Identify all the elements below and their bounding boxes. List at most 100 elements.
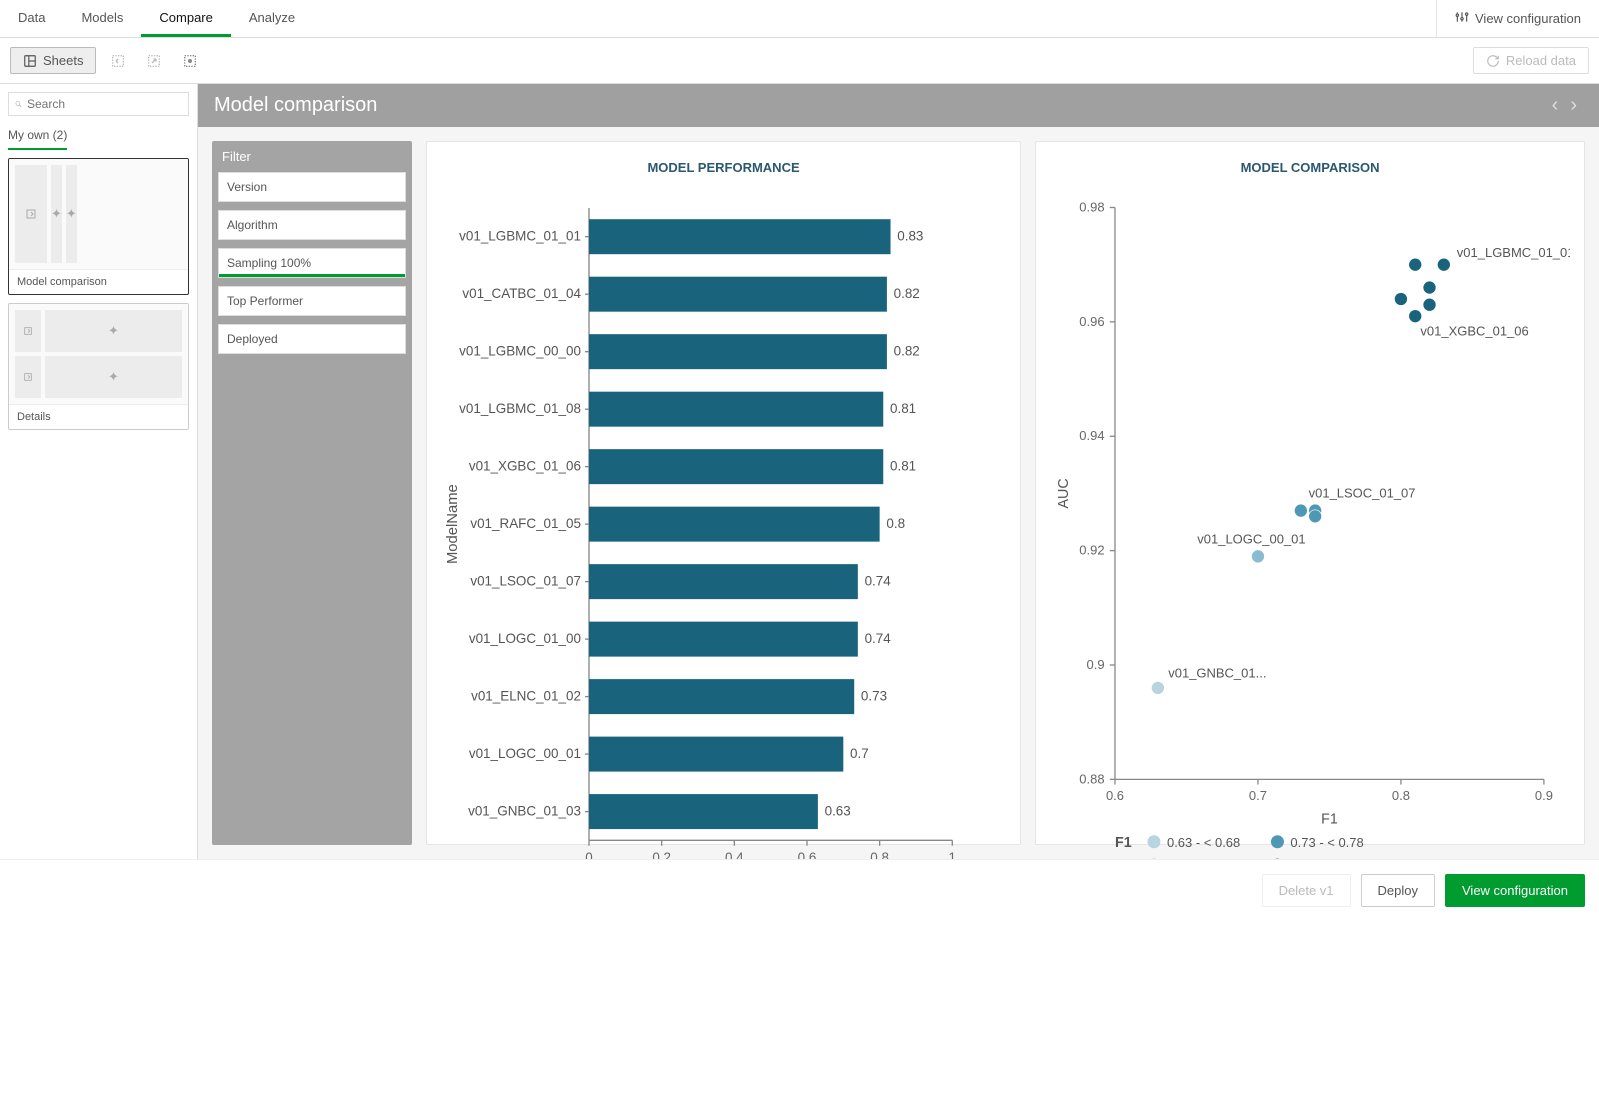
svg-text:0.63 - < 0.68: 0.63 - < 0.68 xyxy=(1167,835,1240,850)
svg-text:0.9: 0.9 xyxy=(1535,788,1553,803)
sheet-card-model-comparison[interactable]: ✦ ✦ Model comparison xyxy=(8,158,189,295)
svg-text:0.7: 0.7 xyxy=(850,746,869,761)
svg-text:0.88: 0.88 xyxy=(1079,771,1104,786)
svg-text:v01_LGBMC_01_08: v01_LGBMC_01_08 xyxy=(459,401,581,416)
svg-text:0.6: 0.6 xyxy=(1106,788,1124,803)
sheets-button[interactable]: Sheets xyxy=(10,47,96,74)
filter-version[interactable]: Version xyxy=(218,172,406,202)
view-config-link[interactable]: View configuration xyxy=(1437,0,1599,37)
svg-text:0.81: 0.81 xyxy=(890,401,916,416)
prev-sheet-button[interactable]: ‹ xyxy=(1546,94,1565,117)
page-title: Model comparison xyxy=(214,94,377,117)
filter-top-performer[interactable]: Top Performer xyxy=(218,286,406,316)
svg-text:v01_LSOC_01_07: v01_LSOC_01_07 xyxy=(470,574,581,589)
svg-text:v01_GNBC_01...: v01_GNBC_01... xyxy=(1168,665,1266,680)
svg-text:v01_CATBC_01_04: v01_CATBC_01_04 xyxy=(462,286,581,301)
reload-button: Reload data xyxy=(1473,47,1589,74)
top-tabs: DataModelsCompareAnalyze View configurat… xyxy=(0,0,1599,38)
filter-title: Filter xyxy=(212,141,412,172)
tab-compare[interactable]: Compare xyxy=(141,0,230,37)
svg-text:0.74: 0.74 xyxy=(865,631,892,646)
svg-text:0.96: 0.96 xyxy=(1079,314,1104,329)
svg-text:0.9: 0.9 xyxy=(1087,657,1105,672)
filter-panel: Filter Version Algorithm Sampling 100% Top … xyxy=(212,141,412,845)
sheet-label: Model comparison xyxy=(9,269,188,294)
filter-deployed[interactable]: Deployed xyxy=(218,324,406,354)
svg-text:0.74: 0.74 xyxy=(865,574,892,589)
nav-icon xyxy=(15,356,41,398)
sidebar: My own (2) ✦ ✦ Model comparison ✦ xyxy=(0,84,198,859)
puzzle-icon: ✦ xyxy=(51,165,62,263)
lasso-button[interactable] xyxy=(176,47,204,75)
chart-title: MODEL PERFORMANCE xyxy=(441,160,1006,175)
svg-text:0.2: 0.2 xyxy=(652,850,671,859)
deploy-button[interactable]: Deploy xyxy=(1361,874,1435,907)
svg-text:0.82: 0.82 xyxy=(894,286,920,301)
svg-text:v01_LGBMC_01_01: v01_LGBMC_01_01 xyxy=(1457,245,1570,260)
undo-button[interactable] xyxy=(104,47,132,75)
svg-text:v01_GNBC_01_03: v01_GNBC_01_03 xyxy=(468,804,581,819)
svg-text:ModelName: ModelName xyxy=(445,484,461,564)
content-area: Model comparison ‹ › Filter Version Algor… xyxy=(198,84,1599,859)
search-input[interactable] xyxy=(27,97,182,111)
sheets-icon xyxy=(23,54,37,68)
svg-text:0.73 - < 0.78: 0.73 - < 0.78 xyxy=(1291,835,1364,850)
svg-text:v01_LOGC_00_01: v01_LOGC_00_01 xyxy=(469,746,581,761)
svg-text:v01_XGBC_01_06: v01_XGBC_01_06 xyxy=(469,459,581,474)
svg-text:0.63: 0.63 xyxy=(825,804,851,819)
my-own-tab[interactable]: My own (2) xyxy=(8,124,67,150)
svg-text:v01_XGBC_01_06: v01_XGBC_01_06 xyxy=(1421,324,1529,339)
svg-text:0.81: 0.81 xyxy=(890,459,916,474)
sheets-label: Sheets xyxy=(43,53,83,68)
svg-text:v01_LOGC_00_01: v01_LOGC_00_01 xyxy=(1197,531,1305,546)
tab-data[interactable]: Data xyxy=(0,0,63,37)
model-comparison-panel: MODEL COMPARISON 0.6 0.7 0.8 0.9 0.88 0.9 0.92… xyxy=(1035,141,1585,845)
tab-models[interactable]: Models xyxy=(63,0,141,37)
svg-text:0.4: 0.4 xyxy=(725,850,744,859)
svg-text:v01_LOGC_01_00: v01_LOGC_01_00 xyxy=(469,631,581,646)
svg-text:F1: F1 xyxy=(1115,835,1132,851)
filter-algorithm[interactable]: Algorithm xyxy=(218,210,406,240)
svg-text:v01_RAFC_01_05: v01_RAFC_01_05 xyxy=(470,516,581,531)
svg-text:0.83: 0.83 xyxy=(897,229,923,244)
next-sheet-button[interactable]: › xyxy=(1564,94,1583,117)
svg-text:0.8: 0.8 xyxy=(1392,788,1410,803)
search-icon xyxy=(15,98,22,110)
page-title-bar: Model comparison ‹ › xyxy=(198,84,1599,127)
svg-text:AUC: AUC xyxy=(1056,478,1072,508)
nav-icon xyxy=(15,165,47,263)
nav-icon xyxy=(15,310,41,352)
model-performance-panel: MODEL PERFORMANCE 00.20.40.60.81F1ModelN… xyxy=(426,141,1021,845)
sheet-label: Details xyxy=(9,404,188,429)
puzzle-icon: ✦ xyxy=(45,310,182,352)
reload-icon xyxy=(1486,54,1500,68)
scatter-chart[interactable]: 0.60.70.80.90.880.90.920.940.960.98F1AUC… xyxy=(1050,193,1570,859)
svg-text:0: 0 xyxy=(585,850,592,859)
svg-text:v01_LSOC_01_07: v01_LSOC_01_07 xyxy=(1309,486,1416,501)
bar-chart[interactable]: 00.20.40.60.81F1ModelNamev01_LGBMC_01_01… xyxy=(441,193,1006,859)
toolbar: Sheets Reload data xyxy=(0,38,1599,84)
svg-text:0.7: 0.7 xyxy=(1249,788,1267,803)
svg-text:1: 1 xyxy=(949,850,956,859)
search-input-wrap[interactable] xyxy=(8,92,189,116)
filter-sampling-100-[interactable]: Sampling 100% xyxy=(218,248,406,278)
svg-text:0.82: 0.82 xyxy=(894,344,920,359)
svg-text:v01_LGBMC_00_00: v01_LGBMC_00_00 xyxy=(459,344,581,359)
puzzle-icon: ✦ xyxy=(45,356,182,398)
svg-text:0.92: 0.92 xyxy=(1079,543,1104,558)
footer: Delete v1 Deploy View configuration xyxy=(0,859,1599,921)
svg-text:0.6: 0.6 xyxy=(798,850,817,859)
reload-label: Reload data xyxy=(1506,53,1576,68)
svg-text:0.68 - < 0.73: 0.68 - < 0.73 xyxy=(1167,858,1240,859)
view-configuration-button[interactable]: View configuration xyxy=(1445,874,1585,907)
expand-button[interactable] xyxy=(140,47,168,75)
svg-text:F1: F1 xyxy=(1321,812,1338,828)
sliders-icon xyxy=(1455,10,1469,27)
svg-text:0.98: 0.98 xyxy=(1079,199,1104,214)
puzzle-icon: ✦ xyxy=(66,165,77,263)
chart-title: MODEL COMPARISON xyxy=(1050,160,1570,175)
svg-text:0.8: 0.8 xyxy=(886,516,905,531)
tab-analyze[interactable]: Analyze xyxy=(231,0,313,37)
svg-text:0.73: 0.73 xyxy=(861,689,887,704)
sheet-card-details[interactable]: ✦ ✦ Details xyxy=(8,303,189,430)
